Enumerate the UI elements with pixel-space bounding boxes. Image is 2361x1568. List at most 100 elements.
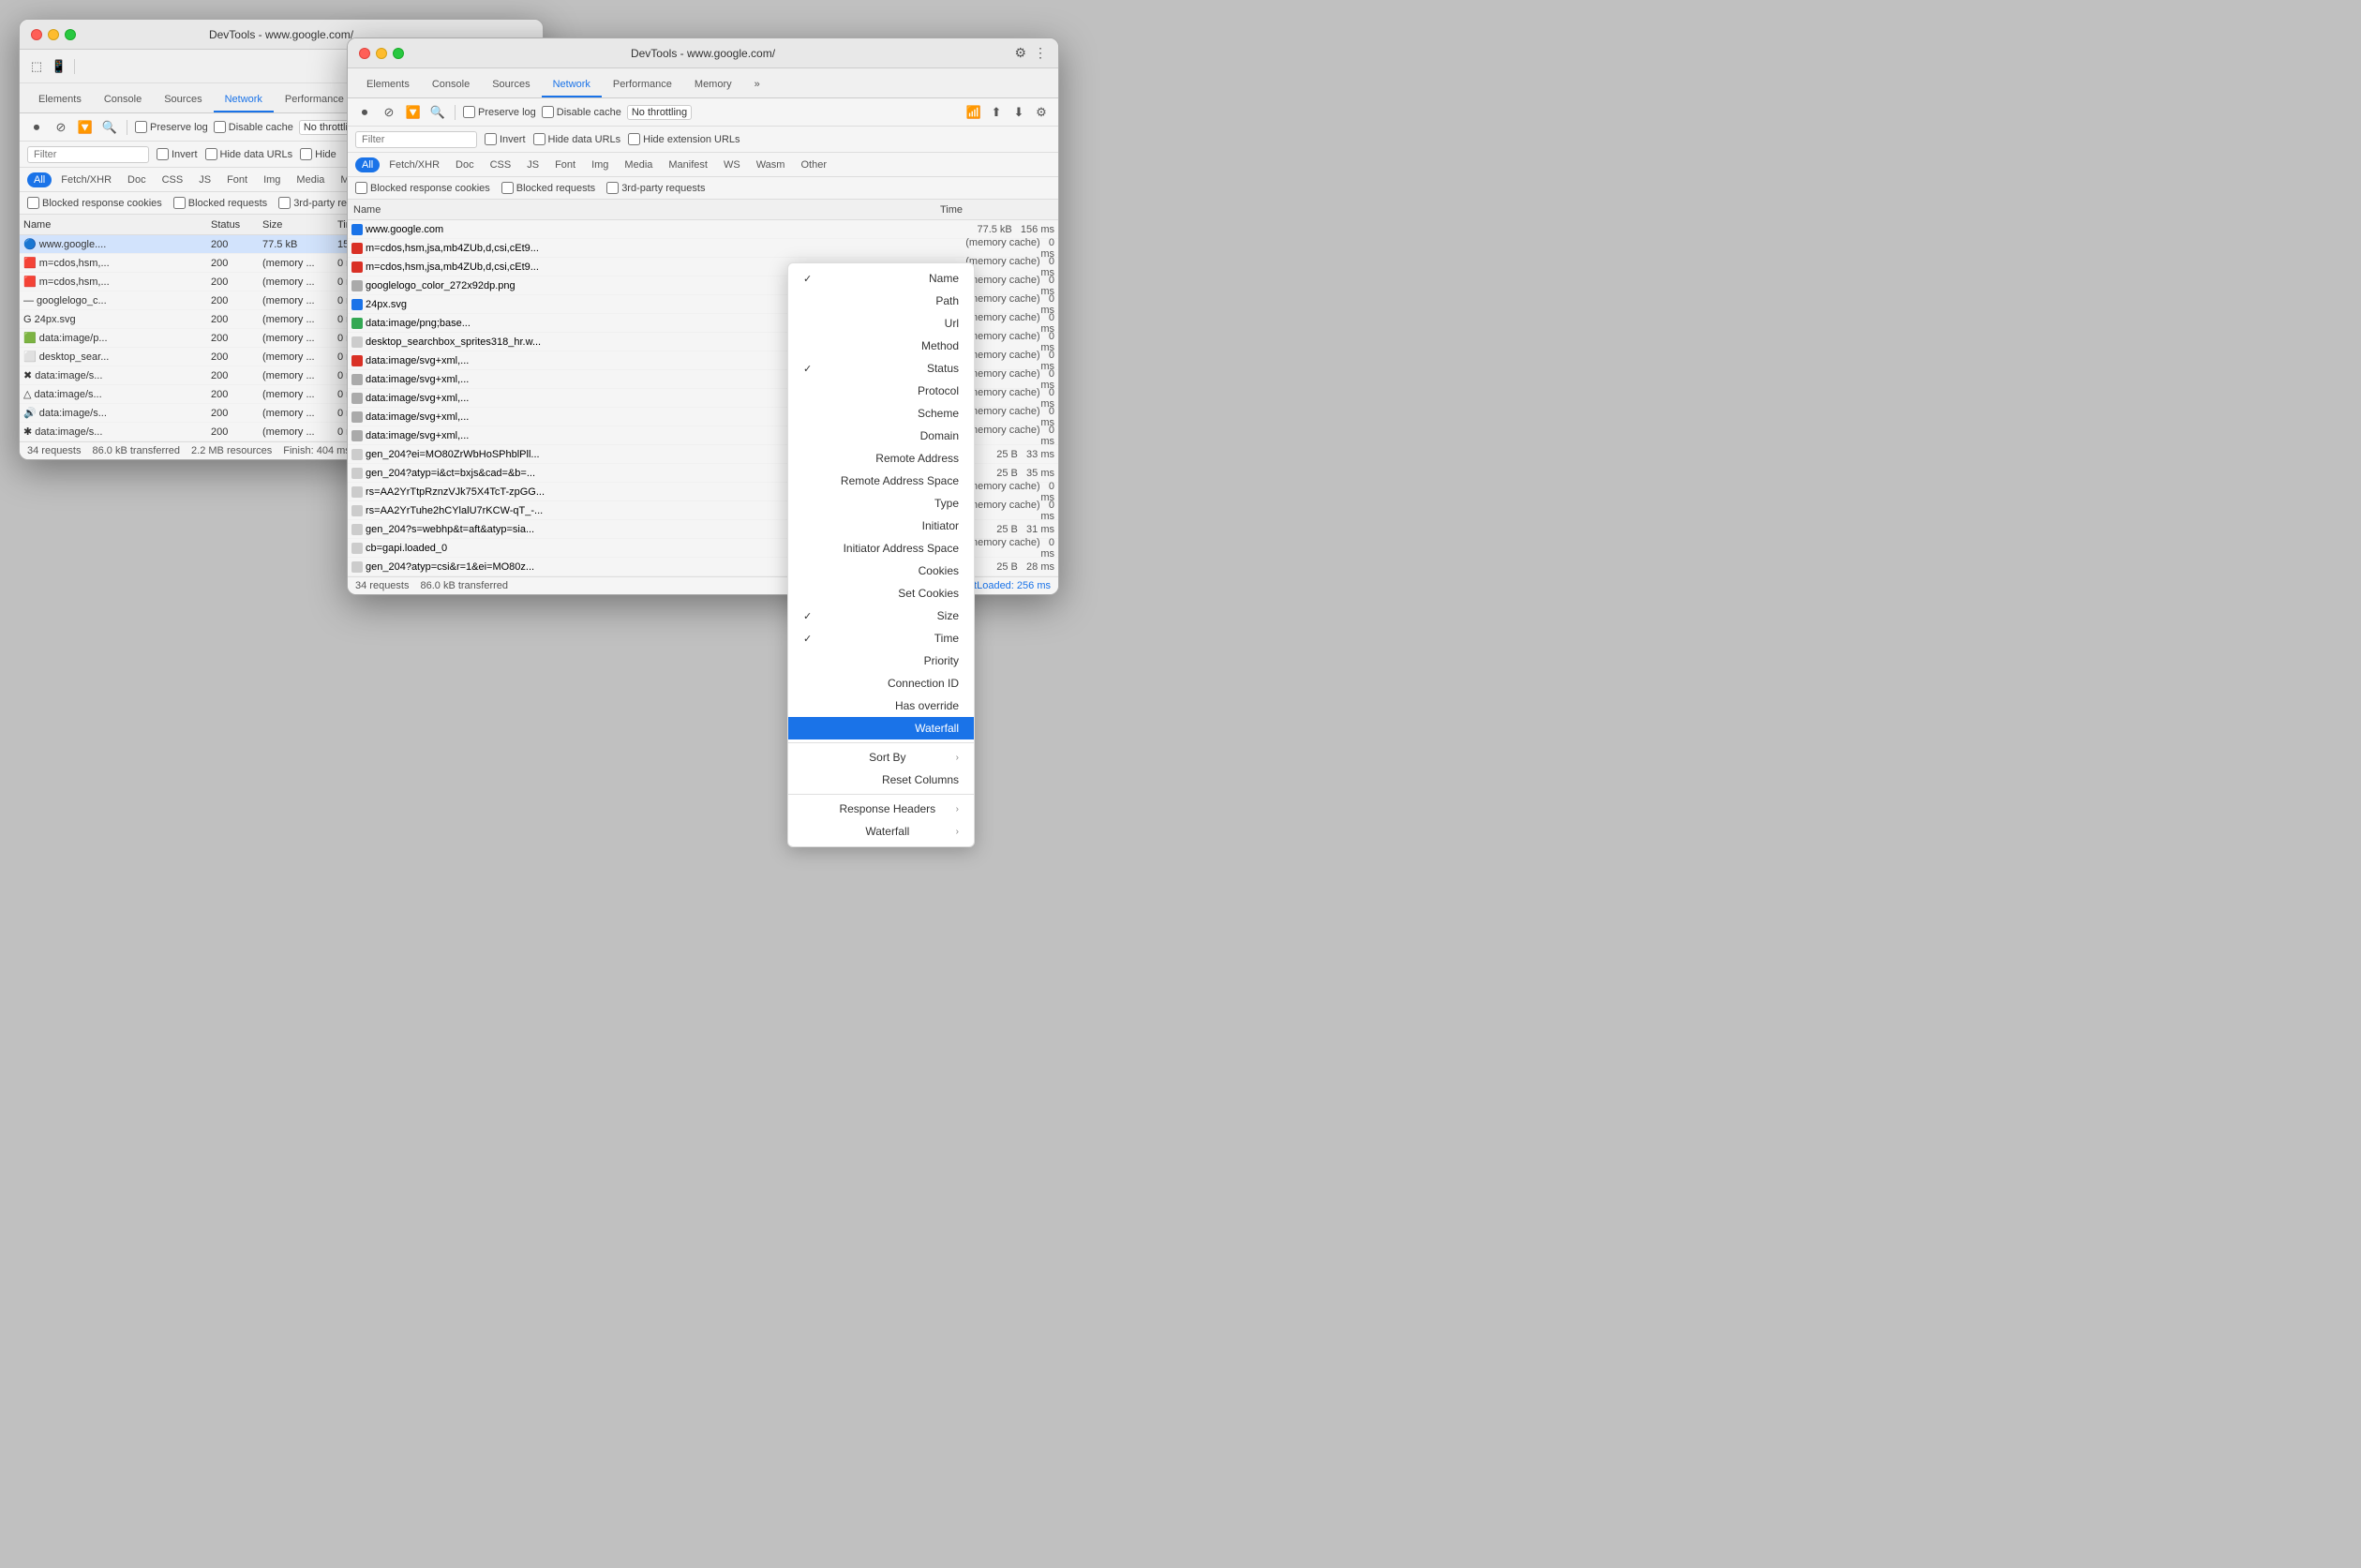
disable-cache-back[interactable]: Disable cache — [214, 121, 293, 133]
third-party-front[interactable]: 3rd-party requests — [606, 182, 705, 194]
menu-item-priority[interactable]: Priority — [788, 650, 974, 672]
type-img-front[interactable]: Img — [585, 157, 615, 172]
preserve-log-back[interactable]: Preserve log — [135, 121, 208, 133]
filter-input-front[interactable] — [355, 131, 477, 148]
disable-cache-checkbox-front[interactable] — [542, 106, 554, 118]
wifi-icon[interactable]: 📶 — [964, 103, 983, 122]
invert-checkbox-back[interactable]: Invert — [157, 148, 198, 160]
type-manifest-front[interactable]: Manifest — [662, 157, 714, 172]
invert-checkbox-front[interactable]: Invert — [485, 133, 526, 145]
more-icon[interactable]: ⋮ — [1034, 45, 1047, 61]
menu-item-type[interactable]: Type — [788, 492, 974, 515]
record-button-back[interactable]: ⏺ — [27, 118, 46, 137]
hide-data-urls-back[interactable]: Hide data URLs — [205, 148, 293, 160]
tab-sources-front[interactable]: Sources — [481, 73, 541, 97]
type-xhr-front[interactable]: Fetch/XHR — [382, 157, 446, 172]
header-time-front[interactable]: Time — [934, 204, 1047, 216]
export-icon[interactable]: ⬇ — [1009, 103, 1028, 122]
menu-item-size[interactable]: Size — [788, 605, 974, 627]
minimize-button-back[interactable] — [48, 29, 59, 40]
hide-ext-front[interactable]: Hide extension URLs — [628, 133, 740, 145]
type-doc-front[interactable]: Doc — [449, 157, 481, 172]
menu-item-time[interactable]: Time — [788, 627, 974, 650]
blocked-requests-front[interactable]: Blocked requests — [501, 182, 595, 194]
settings-icon[interactable]: ⚙ — [1014, 45, 1026, 61]
type-font-front[interactable]: Font — [548, 157, 582, 172]
type-xhr-back[interactable]: Fetch/XHR — [54, 172, 118, 187]
blocked-requests-back[interactable]: Blocked requests — [173, 197, 267, 209]
type-other-front[interactable]: Other — [794, 157, 833, 172]
preserve-log-checkbox-back[interactable] — [135, 121, 147, 133]
type-js-front[interactable]: JS — [520, 157, 545, 172]
tab-more-front[interactable]: » — [743, 73, 771, 97]
menu-item-path[interactable]: Path — [788, 290, 974, 312]
tab-network-front[interactable]: Network — [542, 73, 602, 97]
menu-item-method[interactable]: Method — [788, 335, 974, 357]
hide-data-urls-front[interactable]: Hide data URLs — [533, 133, 621, 145]
tab-sources-back[interactable]: Sources — [153, 88, 213, 112]
menu-item-initiator[interactable]: Initiator — [788, 515, 974, 537]
close-button-back[interactable] — [31, 29, 42, 40]
tab-network-back[interactable]: Network — [214, 88, 274, 112]
throttle-select-front[interactable]: No throttling — [627, 105, 692, 120]
type-doc-back[interactable]: Doc — [121, 172, 153, 187]
header-name-front[interactable]: Name — [348, 204, 934, 216]
type-font-back[interactable]: Font — [220, 172, 254, 187]
menu-item-set-cookies[interactable]: Set Cookies — [788, 582, 974, 605]
menu-item-remote-address-space[interactable]: Remote Address Space — [788, 470, 974, 492]
menu-item-status[interactable]: Status — [788, 357, 974, 380]
preserve-log-checkbox-front[interactable] — [463, 106, 475, 118]
menu-item-scheme[interactable]: Scheme — [788, 402, 974, 425]
filter-toggle-back[interactable]: 🔽 — [76, 118, 95, 137]
disable-cache-checkbox-back[interactable] — [214, 121, 226, 133]
menu-item-sort-by[interactable]: Sort By › — [788, 746, 974, 769]
clear-button-back[interactable]: ⊘ — [52, 118, 70, 137]
disable-cache-front[interactable]: Disable cache — [542, 106, 621, 118]
type-js-back[interactable]: JS — [192, 172, 217, 187]
menu-item-url[interactable]: Url — [788, 312, 974, 335]
preserve-log-front[interactable]: Preserve log — [463, 106, 536, 118]
maximize-button-back[interactable] — [65, 29, 76, 40]
import-icon[interactable]: ⬆ — [987, 103, 1006, 122]
blocked-response-front[interactable]: Blocked response cookies — [355, 182, 490, 194]
type-wasm-front[interactable]: Wasm — [750, 157, 792, 172]
type-css-front[interactable]: CSS — [484, 157, 518, 172]
record-button-front[interactable]: ⏺ — [355, 103, 374, 122]
menu-item-waterfall-2[interactable]: Waterfall › — [788, 820, 974, 843]
tab-performance-back[interactable]: Performance — [274, 88, 355, 112]
type-css-back[interactable]: CSS — [156, 172, 190, 187]
search-button-front[interactable]: 🔍 — [428, 103, 447, 122]
filter-toggle-front[interactable]: 🔽 — [404, 103, 423, 122]
settings-icon-front[interactable]: ⚙ — [1032, 103, 1051, 122]
menu-item-domain[interactable]: Domain — [788, 425, 974, 447]
menu-item-reset-columns[interactable]: Reset Columns — [788, 769, 974, 791]
hide-ext-back[interactable]: Hide — [300, 148, 336, 160]
device-icon[interactable]: 📱 — [50, 57, 68, 76]
type-all-front[interactable]: All — [355, 157, 380, 172]
header-size-back[interactable]: Size — [259, 219, 334, 231]
tab-memory-front[interactable]: Memory — [683, 73, 743, 97]
close-button-front[interactable] — [359, 48, 370, 59]
tab-performance-front[interactable]: Performance — [602, 73, 683, 97]
type-media-front[interactable]: Media — [618, 157, 659, 172]
menu-item-cookies[interactable]: Cookies — [788, 560, 974, 582]
tab-console-front[interactable]: Console — [421, 73, 481, 97]
blocked-response-back[interactable]: Blocked response cookies — [27, 197, 162, 209]
filter-input-back[interactable] — [27, 146, 149, 163]
tab-console-back[interactable]: Console — [93, 88, 153, 112]
inspect-icon[interactable]: ⬚ — [27, 57, 46, 76]
type-img-back[interactable]: Img — [257, 172, 287, 187]
maximize-button-front[interactable] — [393, 48, 404, 59]
menu-item-has-override[interactable]: Has override — [788, 694, 974, 717]
type-ws-front[interactable]: WS — [717, 157, 747, 172]
menu-item-response-headers[interactable]: Response Headers › — [788, 798, 974, 820]
tab-elements-back[interactable]: Elements — [27, 88, 93, 112]
header-status-back[interactable]: Status — [207, 219, 259, 231]
header-name-back[interactable]: Name — [20, 219, 207, 231]
search-button-back[interactable]: 🔍 — [100, 118, 119, 137]
menu-item-remote-address[interactable]: Remote Address — [788, 447, 974, 470]
menu-item-name[interactable]: Name — [788, 267, 974, 290]
menu-item-protocol[interactable]: Protocol — [788, 380, 974, 402]
tab-elements-front[interactable]: Elements — [355, 73, 421, 97]
menu-item-initiator-space[interactable]: Initiator Address Space — [788, 537, 974, 560]
